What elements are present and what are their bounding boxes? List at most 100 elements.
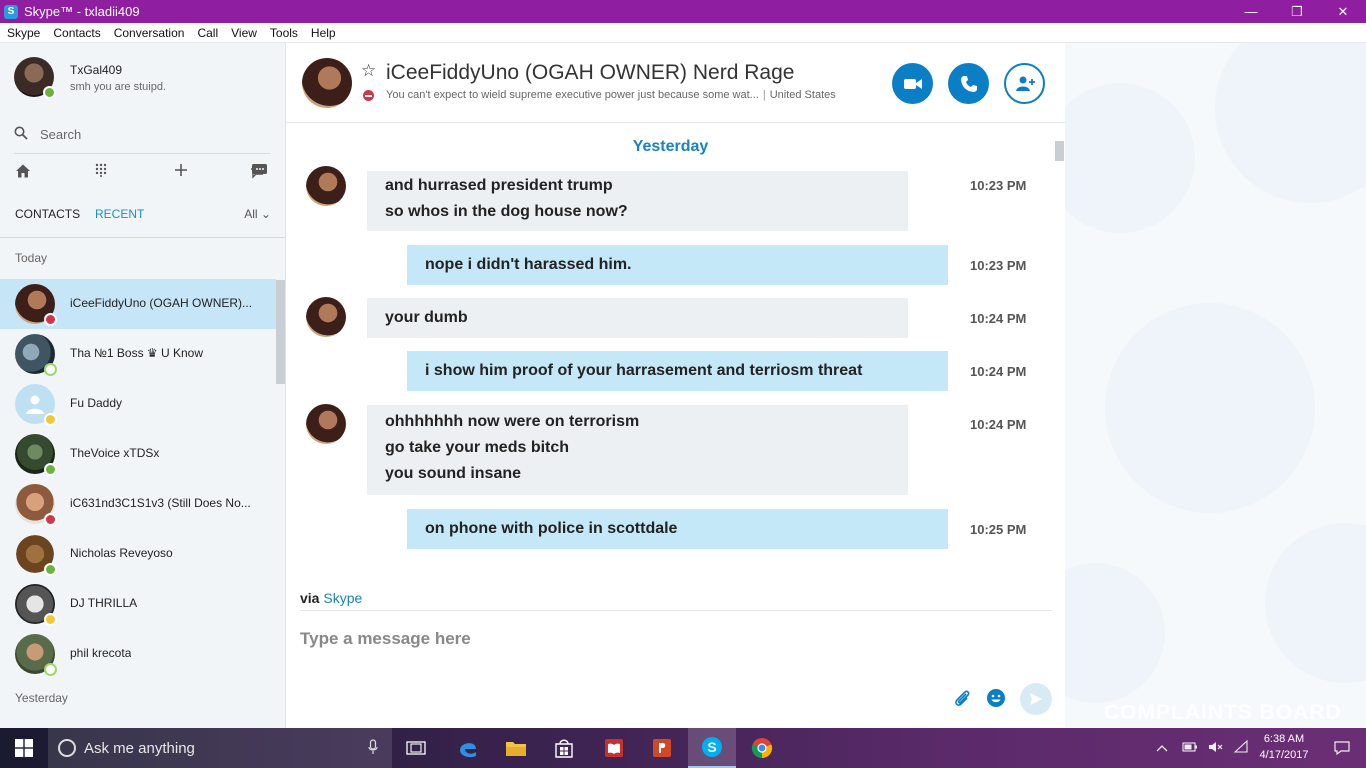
divider: [300, 610, 1052, 611]
search-input[interactable]: Search: [40, 127, 81, 142]
title-bar: S Skype™ - txladii409 — ❐ ✕: [0, 0, 1366, 23]
favorite-star-icon[interactable]: ☆: [361, 61, 376, 81]
send-button[interactable]: [1020, 683, 1052, 715]
contact-item[interactable]: TheVoice xTDSx: [0, 429, 276, 479]
battery-icon[interactable]: [1182, 741, 1198, 755]
chrome-button[interactable]: [738, 728, 786, 768]
search-box[interactable]: Search: [14, 123, 270, 145]
avatar[interactable]: [306, 404, 346, 444]
status-online-icon: [44, 563, 57, 576]
contact-item[interactable]: iC631nd3C1S1v3 (Still Does No...: [0, 479, 276, 529]
microphone-icon[interactable]: [368, 738, 378, 758]
chat-icon[interactable]: [250, 163, 268, 184]
conversation-title: iCeeFiddyUno (OGAH OWNER) Nerd Rage: [386, 61, 795, 84]
avatar[interactable]: [306, 297, 346, 337]
add-people-button[interactable]: [1004, 63, 1045, 104]
svg-text:S: S: [707, 739, 716, 755]
chevron-up-icon[interactable]: [1156, 741, 1168, 755]
menu-view[interactable]: View: [224, 26, 263, 40]
day-separator: Yesterday: [632, 138, 709, 155]
avatar[interactable]: [14, 57, 56, 99]
menu-skype[interactable]: Skype: [0, 26, 46, 40]
system-tray: [1156, 728, 1248, 768]
volume-muted-icon[interactable]: [1208, 741, 1224, 756]
cortana-search-input[interactable]: Ask me anything: [84, 740, 195, 757]
message-bubble-outgoing[interactable]: nope i didn't harassed him.: [407, 245, 948, 285]
video-call-button[interactable]: [892, 63, 933, 104]
store-button[interactable]: [540, 728, 588, 768]
action-center-button[interactable]: [1318, 728, 1366, 768]
menu-conversation[interactable]: Conversation: [107, 26, 191, 40]
task-view-button[interactable]: [392, 728, 440, 768]
wifi-icon[interactable]: [1233, 739, 1248, 757]
home-icon[interactable]: [15, 163, 31, 184]
menu-call[interactable]: Call: [190, 26, 224, 40]
contact-item[interactable]: Fu Daddy: [0, 379, 276, 429]
scrollbar[interactable]: [1055, 141, 1064, 161]
emoticon-button[interactable]: [982, 684, 1010, 712]
sidebar: TxGal409 smh you are stuipd. Search CONT…: [0, 43, 286, 728]
menu-help[interactable]: Help: [304, 26, 342, 40]
restore-icon: ❐: [1291, 3, 1303, 19]
contact-name: TheVoice xTDSx: [70, 446, 160, 460]
avatar: [15, 334, 57, 376]
group-label-today: Today: [15, 251, 48, 265]
contact-item[interactable]: Nicholas Reveyoso: [0, 529, 276, 579]
message-bubble-incoming[interactable]: ohhhhhhh now were on terrorism go take y…: [367, 405, 908, 495]
avatar: [15, 384, 57, 426]
menu-tools[interactable]: Tools: [263, 26, 304, 40]
via-skype-link[interactable]: Skype: [323, 590, 362, 606]
contact-name: DJ THRILLA: [70, 596, 138, 610]
restore-button[interactable]: ❐: [1274, 0, 1320, 23]
skype-logo-icon: S: [4, 4, 18, 19]
tab-recent[interactable]: RECENT: [95, 207, 144, 221]
avatar: [15, 484, 57, 526]
cortana-search[interactable]: Ask me anything: [48, 728, 392, 768]
contact-item[interactable]: phil krecota: [0, 629, 276, 679]
menu-contacts[interactable]: Contacts: [46, 26, 106, 40]
contact-name: iCeeFiddyUno (OGAH OWNER)...: [70, 296, 253, 310]
contact-item[interactable]: DJ THRILLA: [0, 579, 276, 629]
filter-dropdown[interactable]: All ⌄: [244, 207, 271, 221]
close-button[interactable]: ✕: [1320, 0, 1366, 23]
edge-button[interactable]: [444, 728, 492, 768]
file-explorer-icon: [506, 742, 526, 756]
conversation-pane: ☆ iCeeFiddyUno (OGAH OWNER) Nerd Rage Yo…: [286, 43, 1065, 728]
avatar[interactable]: [302, 58, 352, 108]
task-view-icon: [406, 741, 426, 755]
paperclip-icon: [955, 690, 970, 706]
message-input[interactable]: Type a message here: [300, 629, 471, 649]
dialpad-icon[interactable]: [95, 163, 107, 182]
avatar[interactable]: [306, 166, 346, 206]
close-icon: ✕: [1337, 3, 1349, 19]
contact-name: iC631nd3C1S1v3 (Still Does No...: [70, 496, 251, 510]
profile-mood[interactable]: smh you are stuipd.: [70, 81, 166, 93]
message-bubble-outgoing[interactable]: on phone with police in scottdale: [407, 509, 948, 549]
audio-call-button[interactable]: [948, 63, 989, 104]
profile-area[interactable]: TxGal409 smh you are stuipd.: [14, 57, 166, 99]
contact-item[interactable]: iCeeFiddyUno (OGAH OWNER)...: [0, 279, 276, 329]
powerpoint-button[interactable]: [638, 728, 686, 768]
message-bubble-incoming[interactable]: your dumb: [367, 298, 908, 338]
windows-logo-icon: [15, 739, 33, 757]
scrollbar[interactable]: [276, 280, 285, 384]
minimize-button[interactable]: —: [1228, 0, 1274, 23]
reader-button[interactable]: [590, 728, 638, 768]
attach-button[interactable]: [948, 684, 976, 712]
add-icon[interactable]: [174, 163, 188, 182]
contact-item[interactable]: Tha №1 Boss ♛ U Know: [0, 329, 276, 379]
status-online-icon: [44, 463, 57, 476]
start-button[interactable]: [0, 728, 48, 768]
message-bubble-outgoing[interactable]: i show him proof of your harrasement and…: [407, 351, 948, 391]
clock[interactable]: 6:38 AM 4/17/2017: [1252, 731, 1316, 763]
status-away-icon: [44, 413, 57, 426]
default-avatar-icon: [26, 395, 44, 414]
video-call-icon: [903, 78, 922, 89]
tab-contacts[interactable]: CONTACTS: [15, 207, 80, 221]
file-explorer-button[interactable]: [492, 728, 540, 768]
avatar: [15, 284, 57, 326]
message-bubble-incoming[interactable]: and hurrased president trump so whos in …: [367, 171, 908, 231]
store-icon: [555, 739, 573, 758]
contact-name: phil krecota: [70, 646, 132, 660]
skype-taskbar-button[interactable]: S: [688, 728, 736, 768]
